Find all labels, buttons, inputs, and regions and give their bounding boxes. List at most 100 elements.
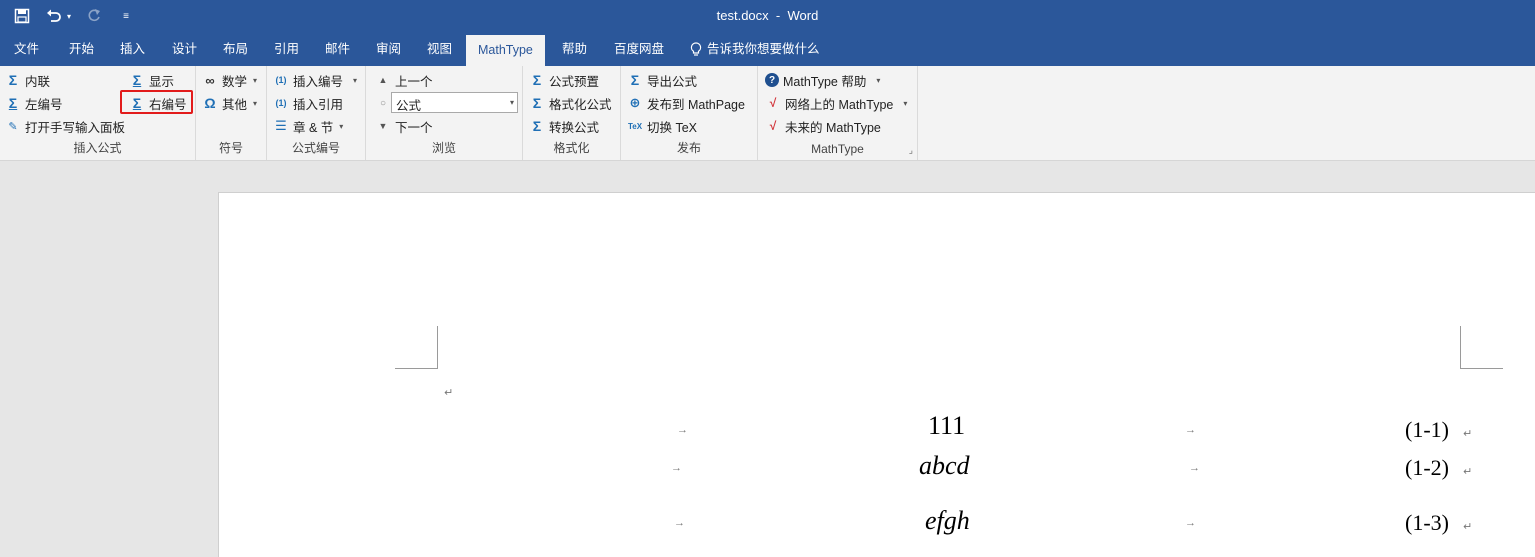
group-label-insert-equation: 插入公式: [73, 141, 122, 155]
sigma-icon: Σ: [8, 72, 18, 88]
paragraph-mark: ↵: [1463, 521, 1473, 533]
tab-baidu-netdisk[interactable]: 百度网盘: [610, 33, 668, 66]
chevron-down-icon: ▾: [253, 98, 258, 108]
sigma-preset-icon: Σ: [532, 72, 542, 88]
tab-home[interactable]: 开始: [65, 33, 98, 66]
group-label-browse: 浏览: [431, 141, 456, 155]
group-format: Σ 公式预置 Σ 格式化公式 Σ 转换公式 格式化: [523, 66, 621, 160]
tab-mark: →: [1185, 517, 1196, 529]
document-page[interactable]: ↵ → 111 → (1-1) ↵ → abcd → (1-2) ↵ → efg…: [218, 192, 1535, 557]
sigma-format-icon: Σ: [532, 95, 542, 111]
convert-label: 转换公式: [549, 120, 600, 135]
export-equations-button[interactable]: Σ 导出公式: [627, 70, 697, 90]
tell-me-box[interactable]: 告诉我你想要做什么: [686, 33, 824, 66]
handwriting-button[interactable]: ✎ 打开手写输入面板: [5, 116, 125, 136]
inline-label: 内联: [25, 74, 51, 89]
math-symbols-button[interactable]: ∞ 数学 ▾: [202, 70, 257, 90]
number-icon: (1): [275, 75, 287, 85]
tab-mark: →: [677, 424, 688, 436]
left-number-label: 左编号: [25, 97, 63, 112]
toggle-tex-button[interactable]: TeX 切换 TeX: [627, 116, 697, 136]
red-highlight-box: [120, 90, 193, 114]
browse-type-select[interactable]: 公式 ▾: [391, 92, 518, 113]
group-equation-numbers: (1) 插入编号 ▾ (1) 插入引用 ☰ 章 & 节 ▾ 公式编号: [267, 66, 366, 160]
mathtype-help-label: MathType 帮助: [783, 74, 867, 89]
browse-type-value: 公式: [396, 99, 422, 113]
infinity-icon: ∞: [205, 72, 215, 88]
app-name: Word: [787, 8, 819, 23]
insert-reference-label: 插入引用: [293, 97, 344, 112]
insert-number-button[interactable]: (1) 插入编号 ▾: [273, 70, 358, 90]
tab-design[interactable]: 设计: [168, 33, 201, 66]
insert-number-label: 插入编号: [293, 74, 344, 89]
tab-layout[interactable]: 布局: [219, 33, 252, 66]
group-mathtype: ? MathType 帮助 ▾ √ 网络上的 MathType ▾ √ 未来的 MathT…: [758, 66, 918, 160]
convert-equations-button[interactable]: Σ 转换公式: [529, 116, 599, 136]
display-label: 显示: [149, 74, 175, 89]
group-label-publish: 发布: [676, 141, 701, 155]
export-label: 导出公式: [647, 74, 698, 89]
margin-corner-top-right: [1460, 326, 1503, 369]
tab-mathtype[interactable]: MathType: [466, 35, 545, 66]
group-label-symbols: 符号: [218, 141, 243, 155]
left-number-button[interactable]: Σ 左编号: [5, 93, 63, 113]
sigma-display-icon: Σ: [132, 72, 142, 88]
insert-reference-button[interactable]: (1) 插入引用: [273, 93, 344, 113]
equation-expression: efgh: [925, 506, 970, 535]
mathtype-on-web-button[interactable]: √ 网络上的 MathType ▾: [765, 93, 908, 113]
tab-help[interactable]: 帮助: [558, 33, 591, 66]
margin-corner-top-left: [395, 326, 438, 369]
chapter-section-label: 章 & 节: [293, 120, 334, 135]
chevron-down-icon: ▾: [253, 75, 258, 85]
ribbon-tabs: 文件 开始 插入 设计 布局 引用 邮件 审阅 视图 MathType 帮助 百…: [0, 33, 1535, 66]
omega-icon: Ω: [204, 95, 216, 111]
tex-icon: TeX: [627, 121, 643, 131]
tab-mailings[interactable]: 邮件: [321, 33, 354, 66]
mathtype-help-button[interactable]: ? MathType 帮助 ▾: [765, 70, 880, 90]
arrow-up-icon: ▲: [378, 75, 388, 85]
equation-number: (1-3): [1405, 510, 1449, 535]
format-equations-button[interactable]: Σ 格式化公式: [529, 93, 612, 113]
future-mathtype-button[interactable]: √ 未来的 MathType: [765, 116, 881, 136]
publish-mathpage-button[interactable]: ⊕ 发布到 MathPage: [627, 93, 745, 113]
arrow-down-icon: ▼: [378, 121, 388, 131]
tab-view[interactable]: 视图: [423, 33, 456, 66]
previous-label: 上一个: [395, 74, 433, 89]
previous-button[interactable]: ▲ 上一个: [375, 70, 433, 90]
group-symbols: ∞ 数学 ▾ Ω 其他 ▾ 符号: [196, 66, 267, 160]
dialog-launcher-icon[interactable]: ⌟: [909, 145, 913, 156]
paragraph-mark: ↵: [1463, 466, 1473, 478]
sigma-export-icon: Σ: [630, 72, 640, 88]
tab-references[interactable]: 引用: [270, 33, 303, 66]
next-button[interactable]: ▼ 下一个: [375, 116, 433, 136]
window-title: test.docx - Word: [0, 8, 1535, 23]
tell-me-text: 告诉我你想要做什么: [707, 42, 820, 56]
inline-button[interactable]: Σ 内联: [5, 70, 50, 90]
group-browse: ▲ 上一个 ○ ▼ 下一个 浏览: [366, 66, 523, 160]
sigma-left-number-icon: Σ: [8, 95, 18, 111]
chapter-section-button[interactable]: ☰ 章 & 节 ▾: [273, 116, 343, 136]
equation-number: (1-2): [1405, 455, 1449, 480]
chevron-down-icon: ▾: [876, 75, 881, 85]
tab-mark: →: [671, 462, 682, 474]
tab-file[interactable]: 文件: [10, 33, 43, 66]
presets-button[interactable]: Σ 公式预置: [529, 70, 599, 90]
other-label: 其他: [222, 97, 248, 112]
tab-mark: →: [674, 517, 685, 529]
group-label-equation-numbers: 公式编号: [291, 141, 340, 155]
display-button[interactable]: Σ 显示: [129, 70, 174, 90]
chevron-down-icon: ▾: [353, 75, 358, 85]
handwriting-label: 打开手写输入面板: [25, 120, 126, 135]
equation-expression: abcd: [919, 451, 970, 480]
next-label: 下一个: [395, 120, 433, 135]
equation-expression: 111: [928, 411, 966, 440]
paragraph-mark: ↵: [1463, 428, 1473, 440]
other-symbols-button[interactable]: Ω 其他 ▾: [202, 93, 257, 113]
tab-insert[interactable]: 插入: [116, 33, 149, 66]
toggle-tex-label: 切换 TeX: [647, 120, 698, 135]
ribbon: Σ 内联 Σ 左编号 ✎ 打开手写输入面板 Σ 显示 Σ 右编号 插入公式 ∞ 数学 ▾ Ω其…: [0, 66, 1535, 161]
tab-review[interactable]: 审阅: [372, 33, 405, 66]
lightbulb-icon: [690, 42, 702, 56]
mathtype-web-icon: √: [769, 96, 777, 110]
browse-target-icon: ○: [379, 97, 387, 109]
